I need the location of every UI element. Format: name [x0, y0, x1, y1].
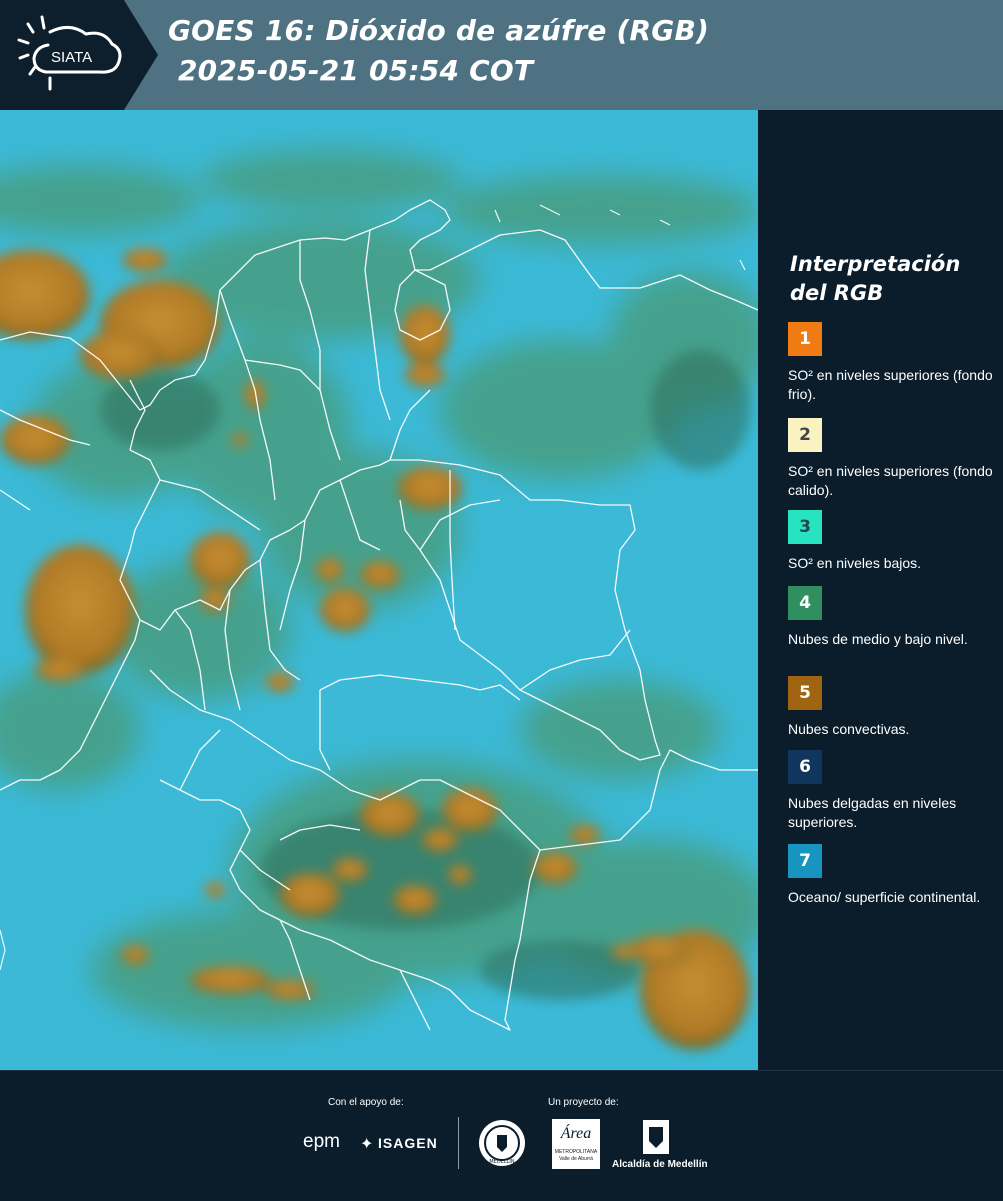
- isagen-logo: ISAGEN: [378, 1135, 438, 1151]
- legend-swatch: 2: [788, 418, 822, 452]
- legend-label: Nubes delgadas en niveles superiores.: [788, 795, 957, 830]
- legend-item-4: 4 Nubes de medio y bajo nivel.: [788, 586, 998, 649]
- legend-swatch: 5: [788, 676, 822, 710]
- siata-logo: SIATA: [0, 0, 158, 110]
- legend-item-7: 7 Oceano/ superficie continental.: [788, 844, 998, 907]
- timestamp: 2025-05-21 05:54 COT: [178, 54, 534, 87]
- legend-item-2: 2 SO² en niveles superiores (fondo calid…: [788, 418, 998, 500]
- legend-item-1: 1 SO² en niveles superiores (fondo frio)…: [788, 322, 998, 404]
- header: SIATA GOES 16: Dióxido de azúfre (RGB) 2…: [0, 0, 1003, 110]
- svg-text:SIATA: SIATA: [51, 49, 92, 66]
- area-metropolitana-logo: Área METROPOLITANA Valle de Aburrá: [552, 1119, 600, 1169]
- isagen-icon: ✦: [360, 1134, 374, 1153]
- legend-item-5: 5 Nubes convectivas.: [788, 676, 998, 739]
- alcaldia-crest-icon: [642, 1119, 670, 1159]
- legend-item-3: 3 SO² en niveles bajos.: [788, 510, 998, 573]
- svg-text:MEDELLÍN: MEDELLÍN: [489, 1158, 515, 1165]
- medellin-seal-icon: MEDELLÍN: [478, 1119, 526, 1171]
- satellite-map: [0, 110, 758, 1070]
- legend-swatch: 4: [788, 586, 822, 620]
- epm-logo: epm: [303, 1131, 340, 1152]
- page-title: GOES 16: Dióxido de azúfre (RGB): [168, 14, 710, 47]
- footer-divider: [458, 1117, 459, 1169]
- footer: Con el apoyo de: Un proyecto de: epm ✦ I…: [0, 1070, 1003, 1201]
- legend-label: SO² en niveles superiores (fondo calido)…: [788, 463, 993, 498]
- legend-swatch: 7: [788, 844, 822, 878]
- legend-swatch: 3: [788, 510, 822, 544]
- legend-swatch: 6: [788, 750, 822, 784]
- legend-swatch: 1: [788, 322, 822, 356]
- legend-item-6: 6 Nubes delgadas en niveles superiores.: [788, 750, 998, 832]
- alcaldia-logo-text: Alcaldía de Medellín: [612, 1159, 708, 1170]
- legend-label: SO² en niveles superiores (fondo frio).: [788, 367, 993, 402]
- legend-label: Oceano/ superficie continental.: [788, 889, 981, 905]
- legend-label: SO² en niveles bajos.: [788, 555, 922, 571]
- legend-label: Nubes convectivas.: [788, 721, 910, 737]
- project-label: Un proyecto de:: [548, 1097, 619, 1108]
- legend-label: Nubes de medio y bajo nivel.: [788, 631, 968, 647]
- legend-panel: Interpretación del RGB 1 SO² en niveles …: [758, 110, 1003, 1070]
- legend-title: Interpretación del RGB: [790, 252, 961, 305]
- support-label: Con el apoyo de:: [328, 1097, 404, 1108]
